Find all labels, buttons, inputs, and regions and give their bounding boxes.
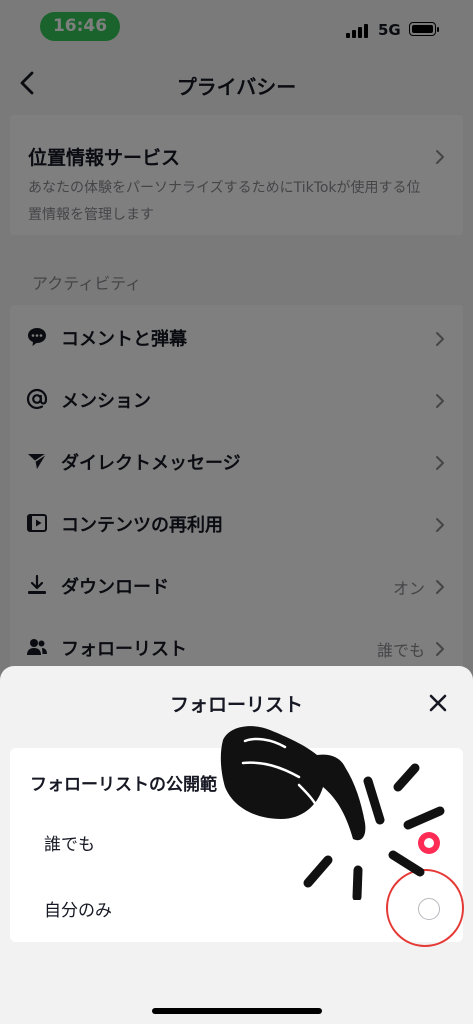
pointing-hand-icon: [220, 726, 445, 900]
option-label: 自分のみ: [44, 901, 112, 921]
option-label: 誰でも: [44, 835, 95, 855]
close-icon[interactable]: [427, 692, 449, 714]
sheet-title: フォローリスト: [169, 694, 303, 716]
visibility-heading: フォローリストの公開範: [30, 775, 217, 795]
home-indicator[interactable]: [152, 1008, 322, 1014]
